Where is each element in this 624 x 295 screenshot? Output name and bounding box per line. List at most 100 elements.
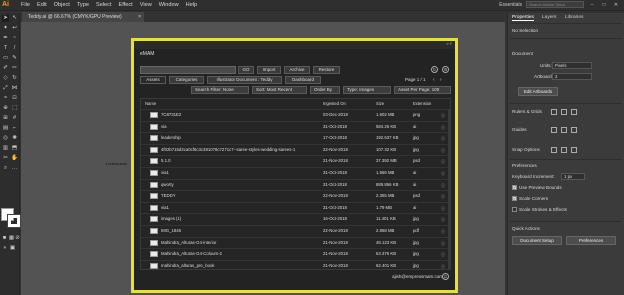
rotate-tool-icon[interactable]: ↻ [11, 75, 18, 82]
menu-select[interactable]: Select [96, 2, 112, 8]
tab-libraries[interactable]: Libraries [565, 15, 583, 20]
eraser-tool-icon[interactable]: ◇ [2, 75, 9, 82]
tab-layers[interactable]: Layers [542, 15, 556, 20]
menu-edit[interactable]: Edit [37, 2, 47, 8]
scale-strokes-effects-checkbox[interactable] [512, 207, 517, 212]
table-row[interactable]: qworty 31-Oct-2018 889.866 KB ai ⓘ [141, 178, 450, 190]
free-transform-tool-icon[interactable]: ⊡ [11, 95, 18, 102]
info-icon[interactable]: ⓘ [441, 194, 446, 199]
workspace-switcher[interactable]: Essentials [499, 2, 522, 8]
line-tool-icon[interactable]: / [11, 45, 18, 52]
table-row[interactable]: mahindra_alturas_pre_book 21-Nov-2018 62.4… [141, 259, 450, 271]
width-tool-icon[interactable]: ⋈ [11, 85, 18, 92]
guides-visibility-icon[interactable] [551, 127, 557, 133]
gradient-tool-icon[interactable]: ▤ [2, 125, 9, 132]
restore-button[interactable]: Restore [313, 66, 340, 74]
order-by-dropdown[interactable]: Order By [310, 86, 340, 94]
column-header-name[interactable]: Name [145, 101, 156, 106]
search-filter-dropdown[interactable]: Search Filter: None [191, 86, 249, 94]
artboard-select[interactable]: 2 [552, 73, 592, 80]
column-graph-tool-icon[interactable]: ▥ [2, 145, 9, 152]
perspective-grid-tool-icon[interactable]: ⊞ [2, 115, 9, 122]
table-row[interactable]: Mahindra_Alturas-G4-interior 21-Nov-2018 4… [141, 236, 450, 248]
guides-lock-icon[interactable] [561, 127, 567, 133]
draw-mode-icon[interactable]: ◑ [1, 245, 8, 252]
info-icon[interactable]: ⓘ [441, 171, 446, 176]
info-icon[interactable]: ⓘ [441, 136, 446, 141]
info-icon[interactable]: ⓘ [441, 264, 446, 269]
color-mode-icon[interactable]: ■ [1, 235, 8, 242]
shaper-tool-icon[interactable]: ✐ [2, 65, 9, 72]
screen-mode-icon[interactable]: ▣ [9, 245, 16, 252]
minimize-button[interactable]: – [588, 2, 596, 8]
info-icon[interactable]: ⓘ [441, 241, 446, 246]
document-setup-button[interactable]: Document Setup [512, 236, 562, 245]
scale-tool-icon[interactable]: ⤢ [2, 85, 9, 92]
menu-effect[interactable]: Effect [119, 2, 133, 8]
units-select[interactable]: Pixels [552, 62, 592, 69]
menu-window[interactable]: Window [159, 2, 179, 8]
next-page-icon[interactable]: › [440, 77, 442, 83]
blend-tool-icon[interactable]: ◎ [2, 135, 9, 142]
sort-dropdown[interactable]: Sort: Most Recent [252, 86, 307, 94]
snap-to-pixel-icon[interactable] [571, 147, 577, 153]
lasso-tool-icon[interactable]: ↩ [11, 25, 18, 32]
table-row[interactable]: 5.1.0 21-Nov-2018 37.392 MB psd ⓘ [141, 155, 450, 166]
menu-view[interactable]: View [140, 2, 152, 8]
symbol-sprayer-tool-icon[interactable]: ✺ [11, 135, 18, 142]
tab-assets[interactable]: Assets [140, 76, 166, 84]
info-icon[interactable]: ⓘ [441, 206, 446, 211]
rectangle-tool-icon[interactable]: ▭ [2, 55, 9, 62]
table-row[interactable]: via1 31-Oct-2018 1.566 MB ai ⓘ [141, 167, 450, 178]
tab-properties[interactable]: Properties [512, 15, 534, 21]
table-row[interactable]: 7C8731E2 03-Dec-2018 1.602 MB png ⓘ [141, 109, 450, 120]
snap-to-point-icon[interactable] [551, 147, 557, 153]
table-row[interactable]: leadership 17-Oct-2018 192.637 KB jpg ⓘ [141, 132, 450, 143]
table-scrollbar[interactable] [448, 109, 450, 269]
asset-per-page-dropdown[interactable]: Asset Per Page: 100 [394, 86, 451, 94]
smart-guides-icon[interactable] [571, 127, 577, 133]
keyboard-increment-input[interactable]: 1 px [561, 173, 585, 180]
pencil-tool-icon[interactable]: ✏ [11, 65, 18, 72]
menu-file[interactable]: File [21, 2, 30, 8]
settings-icon[interactable]: ⚙ [442, 66, 449, 73]
artboard-tool-icon[interactable]: ⬒ [11, 145, 18, 152]
table-row[interactable]: via1 31-Oct-2018 1.79 MB ai ⓘ [141, 201, 450, 213]
table-row[interactable]: 4f02b715d3ca0cf6c3c381078c7271c7--saree-… [141, 143, 450, 155]
info-icon[interactable]: ⓘ [441, 217, 446, 222]
edit-artboards-button[interactable]: Edit Artboards [518, 87, 558, 96]
preferences-button[interactable]: Preferences [566, 236, 616, 245]
type-tool-icon[interactable]: T [2, 45, 9, 52]
type-dropdown[interactable]: Type: Images [343, 86, 391, 94]
mesh-tool-icon[interactable]: # [11, 115, 18, 122]
info-icon[interactable]: ⓘ [441, 183, 446, 188]
panel-menu-icon[interactable]: » ≡ [446, 41, 452, 46]
shape-builder-tool-icon[interactable]: ⊕ [2, 105, 9, 112]
none-mode-icon[interactable]: ⊘ [14, 235, 21, 242]
go-button[interactable]: GO [238, 66, 254, 74]
menu-object[interactable]: Object [54, 2, 70, 8]
slice-tool-icon[interactable]: ✂ [2, 155, 9, 162]
adobe-stock-search-input[interactable]: Search Adobe Stock [526, 1, 584, 8]
table-row[interactable]: TEDDY 22-Nov-2018 2.355 MB psd ⓘ [141, 190, 450, 201]
stroke-color-swatch[interactable] [7, 214, 21, 228]
hand-tool-icon[interactable]: ✋ [11, 155, 18, 162]
menu-help[interactable]: Help [186, 2, 198, 8]
curvature-tool-icon[interactable]: ~ [11, 35, 18, 42]
info-icon[interactable]: ⓘ [441, 125, 446, 130]
table-row[interactable]: Mahindra_Alturas-G4-Colours-2 21-Nov-2018… [141, 248, 450, 259]
logout-icon[interactable]: ⏻ [442, 273, 449, 280]
column-header-ingested[interactable]: Ingested On [323, 101, 346, 106]
column-header-size[interactable]: Size [376, 101, 384, 106]
snap-to-grid-icon[interactable] [561, 147, 567, 153]
column-header-extension[interactable]: Extension [413, 101, 431, 106]
close-window-button[interactable]: ✕ [612, 2, 620, 8]
warp-tool-icon[interactable]: ≈ [2, 95, 9, 102]
table-row[interactable]: IMG_1846 22-Nov-2018 2.868 MB pdf ⓘ [141, 225, 450, 236]
tab-illustrator-document[interactable]: Illustrator Document : Teddy [207, 76, 282, 84]
live-paint-tool-icon[interactable]: ⬚ [11, 105, 18, 112]
menu-type[interactable]: Type [77, 2, 89, 8]
selection-tool-icon[interactable]: ➤ [2, 15, 9, 22]
table-row[interactable]: images (1) 16-Oct-2018 11.401 KB jpg ⓘ [141, 213, 450, 224]
grid-icon[interactable] [561, 109, 567, 115]
